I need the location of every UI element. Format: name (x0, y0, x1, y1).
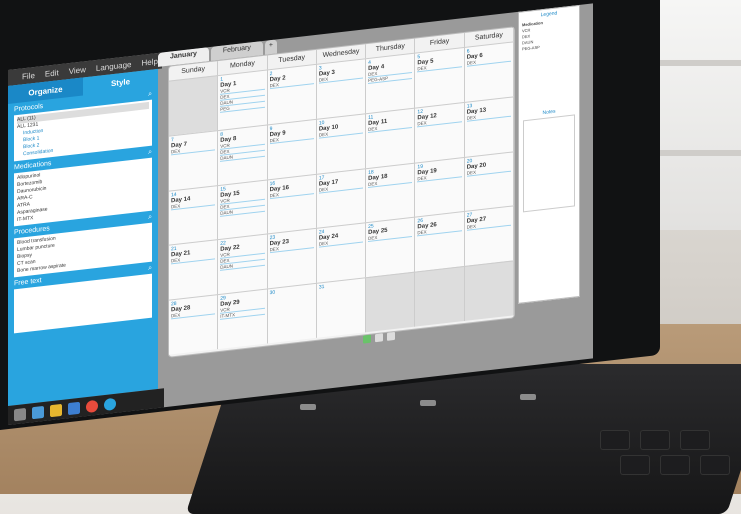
calendar-day-cell[interactable]: 18 Day 18 DEX (366, 162, 416, 223)
menu-edit[interactable]: Edit (45, 68, 59, 79)
calendar-day-cell[interactable]: 4 Day 4 DEX PEG-ASP (366, 52, 416, 113)
calendar-day-cell[interactable] (169, 75, 219, 136)
calendar-day-cell[interactable]: 17 Day 17 DEX (316, 167, 367, 229)
calendar-day-cell[interactable]: 14 Day 14 DEX (169, 184, 219, 246)
hinge (300, 404, 316, 410)
menu-view[interactable]: View (69, 65, 86, 76)
hinge (420, 400, 436, 406)
calendar-day-cell[interactable]: 25 Day 25 DEX (366, 216, 416, 278)
calendar-day-cell[interactable]: 26 Day 26 DEX (415, 211, 465, 272)
keyboard-key (700, 455, 730, 475)
calendar-day-cell[interactable]: 9 Day 9 DEX (267, 118, 317, 180)
calendar-day-cell[interactable]: 6 Day 6 DEX (464, 41, 514, 102)
search-icon[interactable]: ⌕ (148, 265, 152, 273)
calendar-day-cell[interactable]: 15 Day 15 VCR DEX DAUN (218, 179, 268, 240)
hinge (520, 394, 536, 400)
calendar-day-cell[interactable] (415, 266, 465, 327)
monitor-icon[interactable] (68, 401, 80, 416)
calendar-day-cell[interactable]: 2 Day 2 DEX (267, 63, 317, 125)
app-icon[interactable] (104, 397, 116, 412)
calendar-day-cell[interactable]: 31 (316, 277, 367, 338)
app-screen: File Edit View Language Help Organize St… (8, 3, 593, 426)
calendar-day-cell[interactable]: 20 Day 20 DEX (464, 150, 514, 212)
search-icon[interactable]: ⌕ (148, 214, 152, 222)
calendar-day-cell[interactable]: 16 Day 16 DEX (267, 173, 317, 234)
menu-language[interactable]: Language (96, 59, 132, 72)
calendar-day-cell[interactable] (366, 271, 416, 333)
calendar-day-cell[interactable]: 10 Day 10 DEX (316, 112, 367, 174)
volume-icon[interactable] (387, 331, 395, 341)
calendar-day-cell[interactable]: 7 Day 7 DEX (169, 129, 219, 191)
calendar-day-cell[interactable]: 19 Day 19 DEX (415, 156, 465, 217)
folder-icon[interactable] (32, 405, 44, 420)
add-month-button[interactable]: + (264, 39, 277, 55)
calendar-day-cell[interactable]: 22 Day 22 VCR DEX DAUN (218, 233, 268, 295)
calendar-day-cell[interactable]: 1 Day 1 VCR DEX DAUN PEG (218, 69, 268, 130)
menu-file[interactable]: File (22, 70, 35, 80)
calendar-day-cell[interactable]: 27 Day 27 DEX (464, 205, 514, 267)
keyboard-key (640, 430, 670, 450)
calendar-day-cell[interactable] (464, 260, 514, 321)
chrome-icon[interactable] (86, 399, 98, 414)
day-number: 30 (269, 289, 276, 297)
keyboard-key (680, 430, 710, 450)
calendar-day-cell[interactable]: 5 Day 5 DEX (415, 46, 465, 108)
calendar: Sunday Monday Tuesday Wednesday Thursday… (168, 26, 515, 358)
calendar-day-cell[interactable]: 23 Day 23 DEX (267, 228, 317, 289)
search-icon[interactable]: ⌕ (148, 149, 152, 157)
calendar-day-cell[interactable]: 21 Day 21 DEX (169, 239, 219, 300)
calendar-day-cell[interactable]: 30 (267, 282, 317, 344)
calendar-day-cell[interactable]: 3 Day 3 DEX (316, 58, 367, 119)
calendar-day-cell[interactable]: 12 Day 12 DEX (415, 101, 465, 163)
left-panel: Organize Style Protocols ⌕ ALL (11) ALL 1… (8, 68, 158, 406)
menu-help[interactable]: Help (141, 56, 157, 67)
calendar-grid: 1 Day 1 VCR DEX DAUN PEG 2 Day 2 DEX 3 Day 3 DEX 4 Da… (169, 41, 514, 355)
photo-scene: File Edit View Language Help Organize St… (0, 0, 741, 514)
network-icon[interactable] (375, 333, 383, 343)
battery-icon[interactable] (363, 334, 371, 344)
keyboard-key (660, 455, 690, 475)
files-icon[interactable] (50, 403, 62, 418)
calendar-day-cell[interactable]: 24 Day 24 DEX (316, 222, 367, 283)
legend-panel: Legend Medication VCR DEX DAUN PEG-ASP N… (518, 4, 580, 304)
day-number: 31 (318, 284, 325, 291)
calendar-day-cell[interactable]: 29 Day 29 VCR IT-MTX (218, 288, 268, 350)
notes-input[interactable] (523, 114, 575, 213)
windows-icon[interactable] (14, 407, 26, 422)
keyboard-key (620, 455, 650, 475)
calendar-day-cell[interactable]: 13 Day 13 DEX (464, 96, 514, 157)
calendar-day-cell[interactable]: 8 Day 8 VCR DEX DAUN (218, 124, 268, 185)
search-icon[interactable]: ⌕ (148, 91, 152, 99)
keyboard-key (600, 430, 630, 450)
calendar-day-cell[interactable]: 11 Day 11 DEX (366, 107, 416, 168)
calendar-day-cell[interactable]: 28 Day 28 DEX (169, 294, 219, 355)
